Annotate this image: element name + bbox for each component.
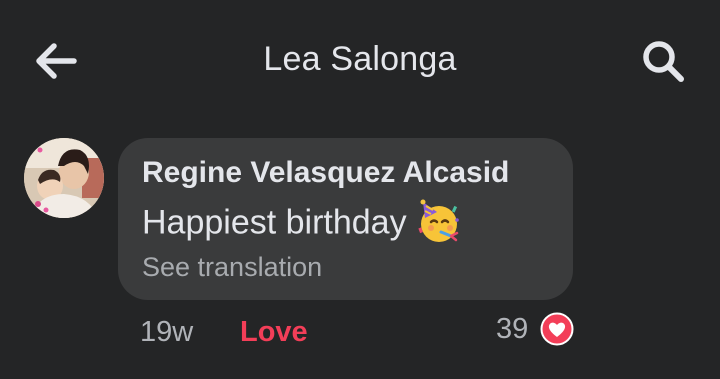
reaction-count[interactable]: 39 [496, 313, 528, 346]
top-bar: Lea Salonga [0, 0, 720, 124]
comment-timestamp: 19w [140, 316, 194, 348]
see-translation-link[interactable]: See translation [142, 252, 322, 283]
comment-body: Happiest birthday [142, 199, 461, 246]
comment-author[interactable]: Regine Velasquez Alcasid [142, 156, 509, 190]
love-reaction-button[interactable]: Love [240, 316, 308, 349]
comment-text: Happiest birthday [142, 203, 407, 242]
partying-face-icon [417, 199, 459, 242]
avatar[interactable] [24, 138, 104, 218]
search-icon [643, 41, 684, 82]
page-title: Lea Salonga [263, 40, 457, 78]
search-button[interactable] [638, 36, 690, 88]
heart-reaction-icon[interactable] [540, 312, 574, 346]
profile-photo-icon [24, 138, 104, 218]
comment-bubble[interactable]: Regine Velasquez Alcasid Happiest birthd… [118, 138, 573, 300]
